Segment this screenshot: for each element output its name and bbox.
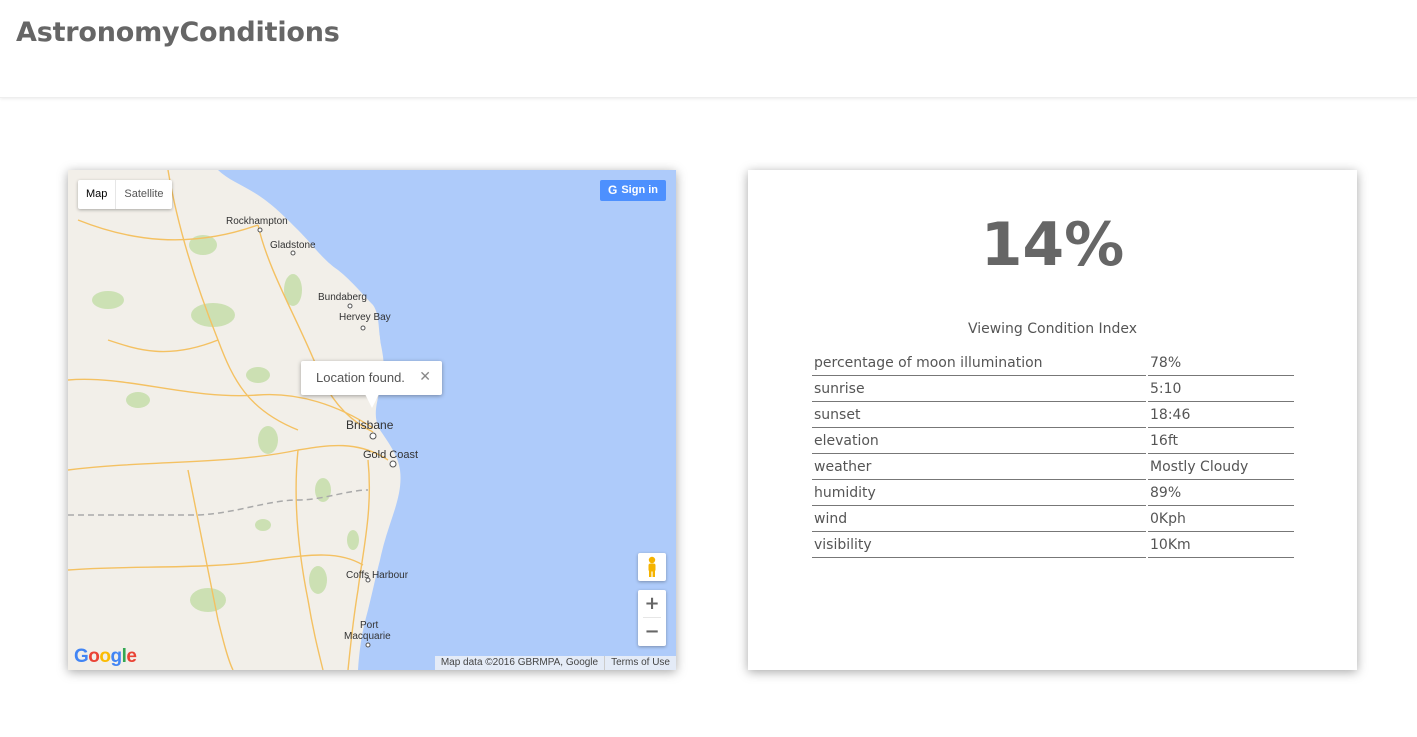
map-type-map-button[interactable]: Map (78, 180, 115, 209)
place-label-gold-coast: Gold Coast (363, 449, 418, 461)
table-row: visibility 10Km (812, 532, 1294, 558)
google-logo[interactable]: Google (74, 646, 137, 668)
zoom-control: + − (638, 590, 666, 646)
viewing-index-value: 14% (980, 210, 1125, 280)
place-label-hervey-bay: Hervey Bay (339, 312, 391, 323)
condition-label: elevation (812, 428, 1146, 454)
table-row: wind 0Kph (812, 506, 1294, 532)
conditions-table: percentage of moon illumination 78% sunr… (810, 350, 1296, 558)
table-row: sunset 18:46 (812, 402, 1294, 428)
close-icon[interactable]: ✕ (419, 368, 431, 385)
condition-label: sunrise (812, 376, 1146, 402)
condition-value: 89% (1148, 480, 1294, 506)
map-panel[interactable]: Rockhampton Gladstone Bundaberg Hervey B… (68, 170, 676, 670)
viewing-index-label: Viewing Condition Index (967, 321, 1138, 337)
zoom-in-button[interactable]: + (638, 590, 666, 618)
map-type-control: Map Satellite (78, 180, 172, 209)
map-attribution: Map data ©2016 GBRMPA, Google Terms of U… (434, 656, 676, 670)
condition-value: 5:10 (1148, 376, 1294, 402)
condition-label: percentage of moon illumination (812, 350, 1146, 376)
info-window: Location found. ✕ (301, 361, 442, 408)
table-row: sunrise 5:10 (812, 376, 1294, 402)
sign-in-button[interactable]: G Sign in (599, 180, 666, 201)
condition-value: 18:46 (1148, 402, 1294, 428)
table-row: elevation 16ft (812, 428, 1294, 454)
condition-value: Mostly Cloudy (1148, 454, 1294, 480)
place-label-bundaberg: Bundaberg (318, 292, 367, 303)
map-canvas[interactable]: Rockhampton Gladstone Bundaberg Hervey B… (68, 170, 676, 670)
info-window-pointer (365, 394, 379, 408)
conditions-panel: 14% Viewing Condition Index percentage o… (748, 170, 1357, 670)
table-row: humidity 89% (812, 480, 1294, 506)
condition-label: wind (812, 506, 1146, 532)
condition-value: 78% (1148, 350, 1294, 376)
place-label-brisbane: Brisbane (346, 418, 394, 432)
place-label-rockhampton: Rockhampton (226, 216, 288, 227)
info-window-text: Location found. (316, 370, 405, 385)
map-type-satellite-button[interactable]: Satellite (115, 180, 171, 209)
condition-value: 0Kph (1148, 506, 1294, 532)
sign-in-label: Sign in (621, 184, 658, 196)
table-row: weather Mostly Cloudy (812, 454, 1294, 480)
place-label-macquarie: Macquarie (344, 631, 391, 642)
condition-label: sunset (812, 402, 1146, 428)
condition-value: 16ft (1148, 428, 1294, 454)
zoom-separator (643, 617, 661, 618)
place-label-port: Port (360, 620, 379, 631)
place-label-coffs-harbour: Coffs Harbour (346, 570, 409, 581)
zoom-out-button[interactable]: − (638, 618, 666, 646)
map-data-credit: Map data ©2016 GBRMPA, Google (440, 657, 599, 668)
condition-label: visibility (812, 532, 1146, 558)
place-label-gladstone: Gladstone (270, 240, 316, 251)
terms-of-use-link[interactable]: Terms of Use (604, 656, 676, 670)
condition-label: humidity (812, 480, 1146, 506)
condition-label: weather (812, 454, 1146, 480)
table-row: percentage of moon illumination 78% (812, 350, 1294, 376)
street-view-pegman-icon[interactable] (638, 553, 666, 581)
app-title[interactable]: AstronomyConditions (16, 17, 340, 48)
app-header: AstronomyConditions (0, 0, 1417, 98)
condition-value: 10Km (1148, 532, 1294, 558)
google-g-icon: G (607, 183, 618, 197)
